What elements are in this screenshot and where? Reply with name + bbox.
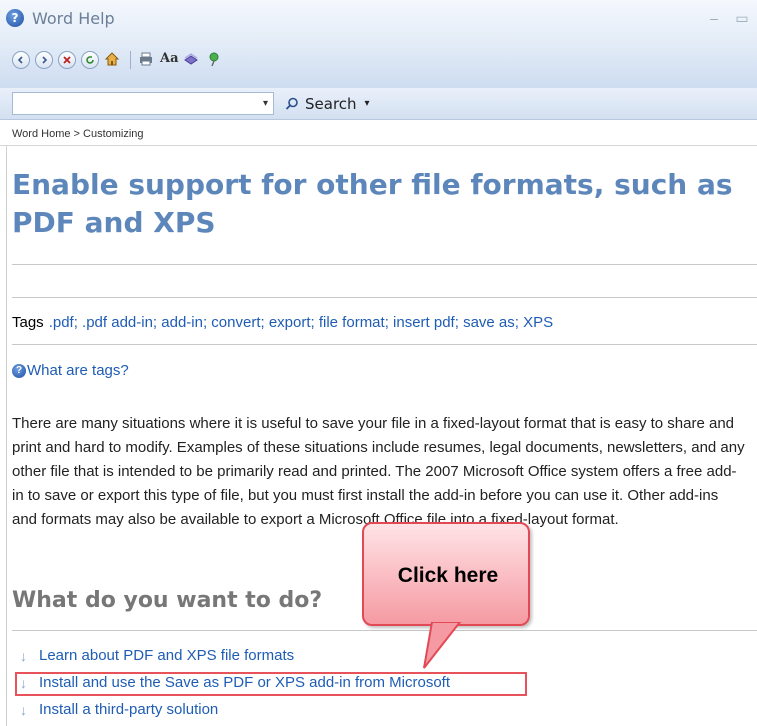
window-titlebar: ? Word Help – ▭ <box>0 0 757 44</box>
section-heading: What do you want to do? <box>12 588 323 613</box>
arrow-down-icon: ↓ <box>20 701 27 718</box>
help-icon: ? <box>6 9 24 27</box>
chevron-down-icon: ▾ <box>364 98 370 109</box>
what-are-tags-link[interactable]: ? What are tags? <box>12 362 129 379</box>
search-input[interactable] <box>12 92 274 115</box>
what-are-tags-label: What are tags? <box>27 362 129 379</box>
divider <box>12 297 757 298</box>
search-icon <box>285 97 298 110</box>
list-item[interactable]: ↓ Learn about PDF and XPS file formats <box>20 647 294 664</box>
forward-icon[interactable] <box>35 51 53 69</box>
divider <box>12 344 757 345</box>
toolbar-separator <box>130 51 131 69</box>
callout-bubble: Click here <box>362 522 530 626</box>
callout-text: Click here <box>397 564 499 587</box>
print-icon[interactable] <box>138 51 156 69</box>
page-title: Enable support for other file formats, s… <box>12 168 733 239</box>
list-item[interactable]: ↓ Install a third-party solution <box>20 701 218 718</box>
search-scope-dropdown[interactable]: ▾ <box>257 92 274 115</box>
arrow-down-icon: ↓ <box>20 647 27 664</box>
divider <box>12 264 757 265</box>
toolbar: Aa <box>0 44 757 90</box>
stop-icon[interactable] <box>58 51 76 69</box>
tags-row: Tags .pdf; .pdf add-in; add-in; convert; … <box>12 314 553 331</box>
breadcrumb-bar: Word Home > Customizing <box>0 120 757 146</box>
link-install-third-party[interactable]: Install a third-party solution <box>39 701 218 718</box>
home-icon[interactable] <box>104 51 122 69</box>
divider <box>12 630 757 631</box>
table-of-contents-icon[interactable] <box>183 51 201 69</box>
search-button[interactable]: Search ▾ <box>285 92 370 115</box>
back-icon[interactable] <box>12 51 30 69</box>
tags-label: Tags <box>12 314 44 331</box>
breadcrumb[interactable]: Word Home > Customizing <box>12 128 144 140</box>
tags-list[interactable]: .pdf; .pdf add-in; add-in; convert; expo… <box>49 314 553 331</box>
intro-paragraph: There are many situations where it is us… <box>12 415 745 528</box>
search-button-label: Search <box>305 94 357 113</box>
font-size-icon[interactable]: Aa <box>160 51 179 69</box>
link-learn-pdf-xps[interactable]: Learn about PDF and XPS file formats <box>39 647 294 664</box>
window-title: Word Help <box>32 9 115 28</box>
content-left-border <box>6 146 7 726</box>
keep-on-top-icon[interactable] <box>206 51 224 69</box>
help-icon: ? <box>12 363 26 378</box>
highlight-box <box>15 672 527 696</box>
callout-pointer <box>423 622 462 669</box>
restore-button[interactable]: ▭ <box>731 8 753 28</box>
refresh-icon[interactable] <box>81 51 99 69</box>
minimize-button[interactable]: – <box>703 8 725 28</box>
